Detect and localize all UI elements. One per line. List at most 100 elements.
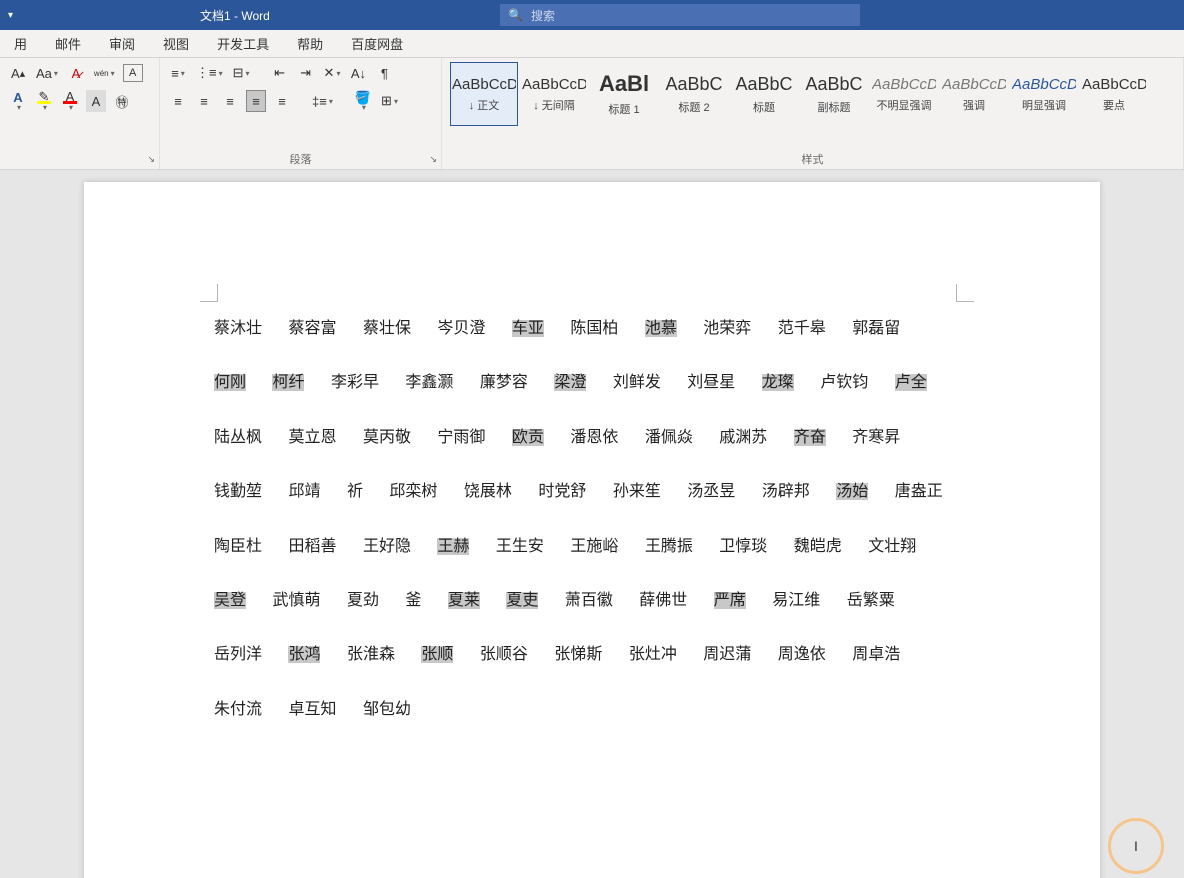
name-text[interactable]: 祈 <box>347 483 363 500</box>
name-text[interactable]: 夏劲 <box>347 592 379 609</box>
name-text[interactable]: 潘佩焱 <box>645 429 693 446</box>
ribbon-tab[interactable]: 审阅 <box>95 34 149 53</box>
name-text[interactable]: 汤辟邦 <box>762 483 810 500</box>
name-text[interactable]: 卢全 <box>895 374 927 391</box>
text-effects-button[interactable]: A <box>8 90 28 112</box>
name-text[interactable]: 蔡沐壮 <box>214 320 262 337</box>
name-text[interactable]: 朱付流 <box>214 701 262 718</box>
character-border-button[interactable]: A <box>123 64 143 82</box>
name-text[interactable]: 卫惇琰 <box>719 538 767 555</box>
name-text[interactable]: 池慕 <box>645 320 677 337</box>
name-text[interactable]: 卢钦钧 <box>820 374 868 391</box>
name-text[interactable]: 张顺 <box>421 646 453 663</box>
clear-formatting-button[interactable]: A̷ <box>66 62 86 84</box>
name-text[interactable]: 陆丛枫 <box>214 429 262 446</box>
paragraph-launcher-icon[interactable]: ↘ <box>429 154 437 165</box>
name-text[interactable]: 邱靖 <box>288 483 320 500</box>
name-text[interactable]: 欧贡 <box>512 429 544 446</box>
line-spacing-button[interactable]: ‡≡ <box>310 90 335 112</box>
name-text[interactable]: 莫丙敬 <box>363 429 411 446</box>
style-item[interactable]: AaBbCcDd强调 <box>940 62 1008 126</box>
name-text[interactable]: 薛佛世 <box>639 592 687 609</box>
name-text[interactable]: 池荣弈 <box>703 320 751 337</box>
document-content[interactable]: 蔡沐壮 蔡容富 蔡壮保 岑贝澄 车亚 陈国柏 池慕 池荣弈 范千皋 郭磊留 何刚… <box>214 302 970 737</box>
name-text[interactable]: 周逸依 <box>778 646 826 663</box>
name-text[interactable]: 潘恩依 <box>570 429 618 446</box>
name-text[interactable]: 周卓浩 <box>852 646 900 663</box>
name-text[interactable]: 王生安 <box>496 538 544 555</box>
align-center-button[interactable]: ≡ <box>194 90 214 112</box>
multilevel-list-button[interactable]: ⊟ <box>231 62 252 84</box>
align-left-button[interactable]: ≡ <box>168 90 188 112</box>
style-item[interactable]: AaBbCcDd↓ 正文 <box>450 62 518 126</box>
align-right-button[interactable]: ≡ <box>220 90 240 112</box>
name-text[interactable]: 釜 <box>405 592 421 609</box>
name-text[interactable]: 李彩早 <box>331 374 379 391</box>
borders-button[interactable]: ⊞ <box>379 90 400 112</box>
enclose-characters-button[interactable]: ㊕ <box>112 90 132 112</box>
name-text[interactable]: 戚渊苏 <box>719 429 767 446</box>
name-text[interactable]: 邱栾树 <box>389 483 437 500</box>
name-text[interactable]: 饶展林 <box>464 483 512 500</box>
name-text[interactable]: 田稻善 <box>288 538 336 555</box>
phonetic-guide-button[interactable]: wén <box>92 62 117 84</box>
name-text[interactable]: 时党舒 <box>538 483 586 500</box>
font-launcher-icon[interactable]: ↘ <box>147 154 155 165</box>
search-box[interactable]: 🔍 搜索 <box>500 4 860 26</box>
align-distribute-button[interactable]: ≡ <box>272 90 292 112</box>
name-text[interactable]: 柯纤 <box>272 374 304 391</box>
name-text[interactable]: 夏吏 <box>506 592 538 609</box>
name-text[interactable]: 蔡容富 <box>288 320 336 337</box>
highlight-button[interactable]: ✎ <box>34 90 54 112</box>
style-item[interactable]: AaBbC标题 <box>730 62 798 126</box>
name-text[interactable]: 王施峪 <box>570 538 618 555</box>
name-text[interactable]: 汤丞昱 <box>687 483 735 500</box>
name-text[interactable]: 严席 <box>714 592 746 609</box>
shading-button[interactable]: 🪣 <box>353 90 373 112</box>
name-text[interactable]: 汤始 <box>836 483 868 500</box>
name-text[interactable]: 蔡壮保 <box>363 320 411 337</box>
style-item[interactable]: AaBbCcDd不明显强调 <box>870 62 938 126</box>
ribbon-tab[interactable]: 百度网盘 <box>337 34 417 53</box>
document-area[interactable]: 蔡沐壮 蔡容富 蔡壮保 岑贝澄 车亚 陈国柏 池慕 池荣弈 范千皋 郭磊留 何刚… <box>0 170 1184 878</box>
show-marks-button[interactable]: ¶ <box>374 62 394 84</box>
sort-button[interactable]: A↓ <box>348 62 368 84</box>
align-justify-button[interactable]: ≡ <box>246 90 266 112</box>
page[interactable]: 蔡沐壮 蔡容富 蔡壮保 岑贝澄 车亚 陈国柏 池慕 池荣弈 范千皋 郭磊留 何刚… <box>84 182 1100 878</box>
asian-layout-button[interactable]: ✕ <box>322 62 343 84</box>
ribbon-tab[interactable]: 视图 <box>149 34 203 53</box>
name-text[interactable]: 岳列洋 <box>214 646 262 663</box>
bullets-button[interactable]: ≡ <box>168 62 188 84</box>
style-item[interactable]: AaBbC标题 2 <box>660 62 728 126</box>
increase-indent-button[interactable]: ⇥ <box>296 62 316 84</box>
name-text[interactable]: 梁澄 <box>554 374 586 391</box>
decrease-indent-button[interactable]: ⇤ <box>270 62 290 84</box>
name-text[interactable]: 齐奋 <box>794 429 826 446</box>
name-text[interactable]: 孙来笙 <box>613 483 661 500</box>
name-text[interactable]: 易江维 <box>772 592 820 609</box>
name-text[interactable]: 周迟蒲 <box>703 646 751 663</box>
name-text[interactable]: 李鑫灏 <box>405 374 453 391</box>
name-text[interactable]: 莫立恩 <box>288 429 336 446</box>
name-text[interactable]: 廉梦容 <box>480 374 528 391</box>
name-text[interactable]: 萧百徽 <box>565 592 613 609</box>
style-item[interactable]: AaBbCcD要点 <box>1080 62 1148 126</box>
name-text[interactable]: 王好隐 <box>363 538 411 555</box>
name-text[interactable]: 范千皋 <box>778 320 826 337</box>
style-item[interactable]: AaBbCcDd↓ 无间隔 <box>520 62 588 126</box>
name-text[interactable]: 龙璨 <box>762 374 794 391</box>
name-text[interactable]: 魏皑虎 <box>794 538 842 555</box>
name-text[interactable]: 卓互知 <box>288 701 336 718</box>
name-text[interactable]: 岳繁粟 <box>847 592 895 609</box>
name-text[interactable]: 张淮森 <box>347 646 395 663</box>
name-text[interactable]: 钱勤堃 <box>214 483 262 500</box>
name-text[interactable]: 文壮翔 <box>868 538 916 555</box>
style-item[interactable]: AaBbC副标题 <box>800 62 868 126</box>
ribbon-tab[interactable]: 用 <box>0 34 41 53</box>
name-text[interactable]: 陈国柏 <box>570 320 618 337</box>
style-item[interactable]: AaBl标题 1 <box>590 62 658 126</box>
name-text[interactable]: 夏莱 <box>448 592 480 609</box>
style-item[interactable]: AaBbCcDd明显强调 <box>1010 62 1078 126</box>
name-text[interactable]: 武慎萌 <box>272 592 320 609</box>
name-text[interactable]: 张鸿 <box>288 646 320 663</box>
